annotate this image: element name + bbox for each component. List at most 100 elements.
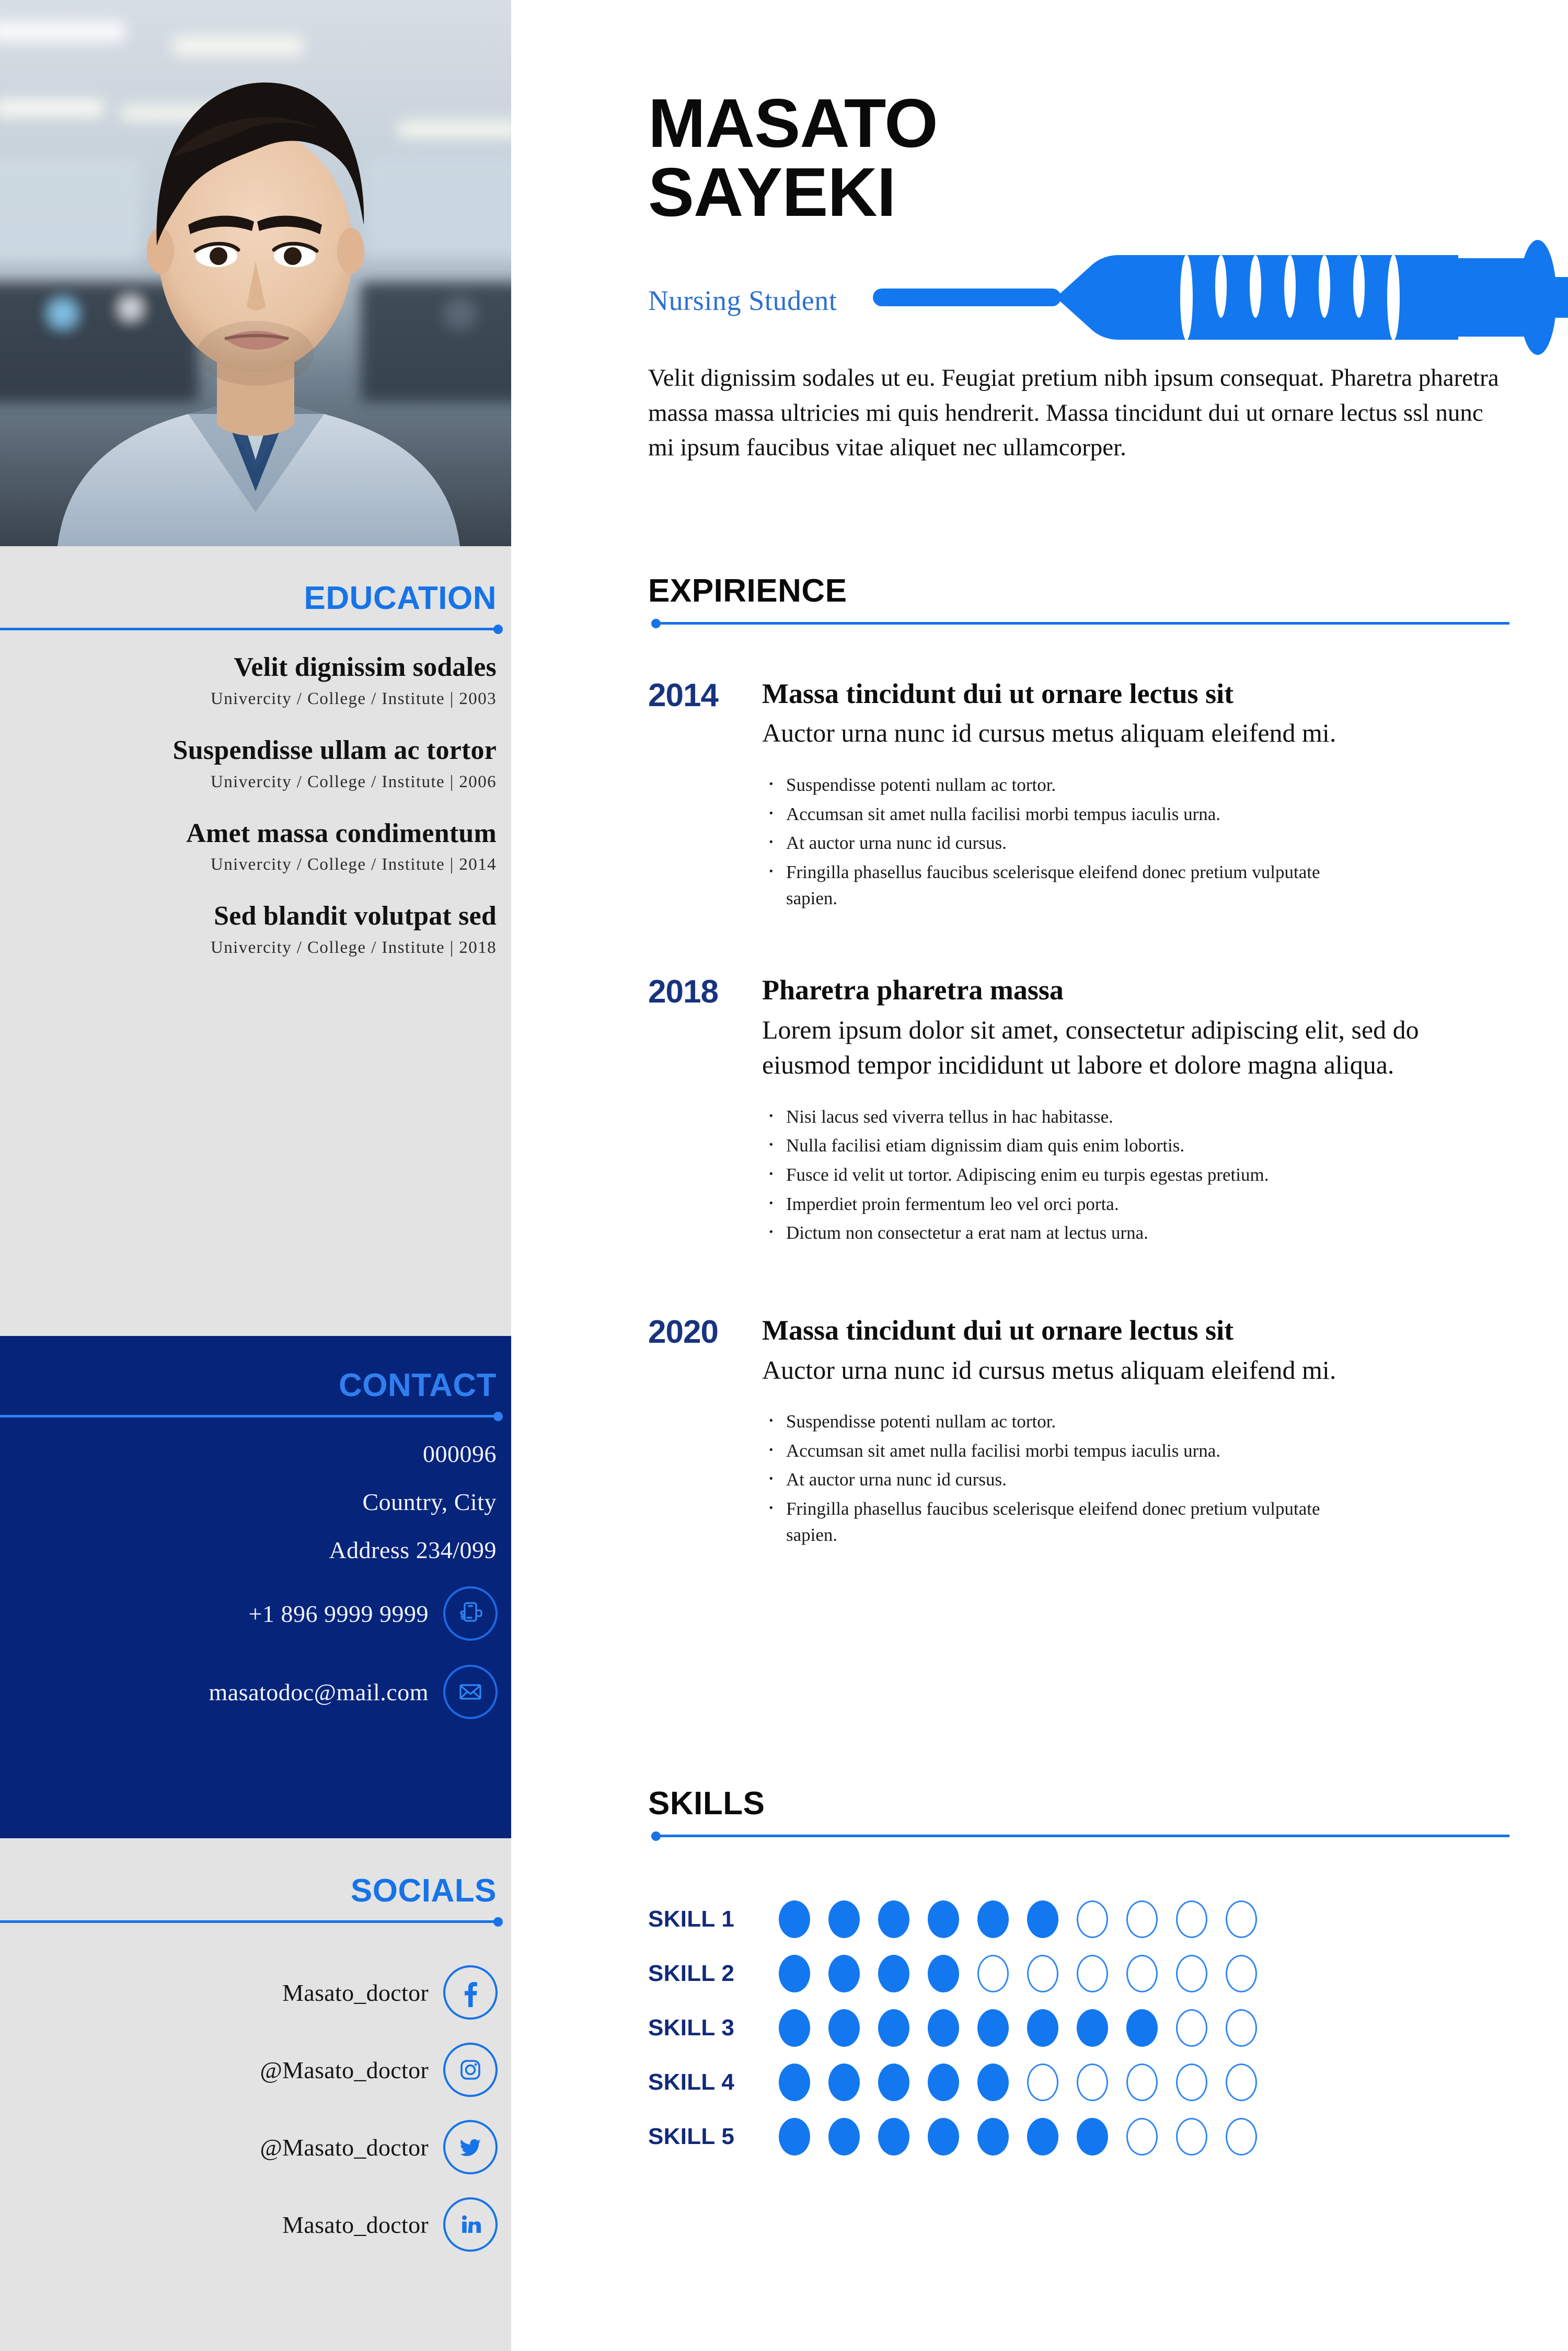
- skill-dot-filled[interactable]: [878, 2118, 909, 2156]
- education-divider: [0, 625, 511, 635]
- divider-dot: [493, 1412, 503, 1422]
- skill-dot-filled[interactable]: [977, 2118, 1009, 2156]
- skill-dot-empty[interactable]: [1027, 2064, 1058, 2101]
- contact-phone-row[interactable]: +1 896 9999 9999: [0, 1586, 511, 1641]
- experience-body: Pharetra pharetra massa Lorem ipsum dolo…: [762, 974, 1509, 1249]
- education-institute: Univercity / College / Institute | 2003: [211, 689, 497, 708]
- skill-dot-filled[interactable]: [779, 1955, 810, 1992]
- skill-dot-empty[interactable]: [1176, 1955, 1207, 1992]
- skill-dot-filled[interactable]: [878, 1900, 909, 1938]
- education-item: Suspendisse ullam ac tortor Univercity /…: [0, 735, 497, 792]
- skill-dot-filled[interactable]: [828, 2009, 860, 2047]
- education-institute: Univercity / College / Institute | 2014: [211, 855, 497, 874]
- skill-dot-empty[interactable]: [1176, 1900, 1207, 1938]
- skill-dot-empty[interactable]: [1126, 2118, 1158, 2156]
- name-block: MASATO SAYEKI: [648, 89, 1509, 227]
- experience-year: 2014: [648, 677, 719, 713]
- divider-line: [0, 628, 500, 631]
- skill-dot-filled[interactable]: [828, 2118, 860, 2156]
- contact-address: Address 234/099: [329, 1537, 497, 1564]
- social-item-linkedin[interactable]: Masato_doctor: [0, 2197, 511, 2252]
- skill-dot-filled[interactable]: [878, 1955, 909, 1992]
- education-item: Velit dignissim sodales Univercity / Col…: [0, 652, 497, 709]
- skill-dot-filled[interactable]: [828, 1900, 860, 1938]
- skill-dot-filled[interactable]: [928, 2009, 959, 2047]
- socials-section: SOCIALS Masato_doctor @Masato_doctor @Ma…: [0, 1874, 511, 2252]
- skill-dot-filled[interactable]: [1077, 2009, 1108, 2047]
- skill-dot-filled[interactable]: [878, 2064, 909, 2101]
- bullet-item: At auctor urna nunc id cursus.: [762, 827, 1509, 857]
- profile-photo-image: [0, 0, 511, 546]
- skill-row: SKILL 5: [648, 2118, 1509, 2156]
- bullet-item: Nisi lacus sed viverra tellus in hac hab…: [762, 1101, 1509, 1131]
- skill-dot-filled[interactable]: [779, 2118, 810, 2156]
- skill-dot-filled[interactable]: [977, 2009, 1009, 2047]
- social-item-twitter[interactable]: @Masato_doctor: [0, 2120, 511, 2175]
- social-handle: Masato_doctor: [282, 1979, 429, 2006]
- education-item: Amet massa condimentum Univercity / Coll…: [0, 818, 497, 875]
- contact-details: 000096 Country, City Address 234/099: [0, 1419, 511, 1562]
- skill-dot-filled[interactable]: [1027, 1900, 1058, 1938]
- experience-job-title: Massa tincidunt dui ut ornare lectus sit: [762, 1315, 1234, 1346]
- summary-text: Velit dignissim sodales ut eu. Feugiat p…: [648, 364, 1499, 462]
- contact-divider: [0, 1412, 511, 1422]
- skill-dot-filled[interactable]: [1077, 2118, 1108, 2156]
- socials-title: SOCIALS: [350, 1873, 497, 1909]
- experience-description: Lorem ipsum dolor sit amet, consectetur …: [762, 1015, 1419, 1080]
- skill-dot-filled[interactable]: [928, 2118, 959, 2156]
- experience-job-title: Massa tincidunt dui ut ornare lectus sit: [762, 678, 1234, 709]
- skill-dot-filled[interactable]: [1126, 2009, 1158, 2047]
- skill-dot-empty[interactable]: [1126, 2064, 1158, 2101]
- education-degree: Sed blandit volutpat sed: [214, 901, 497, 931]
- skill-dot-empty[interactable]: [1176, 2009, 1207, 2047]
- skill-dot-empty[interactable]: [1126, 1955, 1158, 1992]
- education-institute: Univercity / College / Institute | 2018: [211, 938, 497, 958]
- skill-dot-empty[interactable]: [1226, 1900, 1257, 1938]
- skill-dot-filled[interactable]: [977, 1900, 1009, 1938]
- skill-dot-filled[interactable]: [779, 2064, 810, 2101]
- skill-dot-empty[interactable]: [1027, 1955, 1058, 1992]
- contact-email-row[interactable]: masatodoc@mail.com: [0, 1665, 511, 1720]
- skills-title: SKILLS: [648, 1785, 765, 1822]
- skill-dot-filled[interactable]: [1027, 2009, 1058, 2047]
- skill-dot-empty[interactable]: [1226, 2064, 1257, 2101]
- experience-item: 2014 Massa tincidunt dui ut ornare lectu…: [648, 678, 1509, 914]
- experience-description: Auctor urna nunc id cursus metus aliquam…: [762, 1355, 1336, 1385]
- divider-dot: [493, 625, 503, 635]
- first-name: MASATO: [648, 85, 938, 162]
- skill-dot-filled[interactable]: [977, 2064, 1009, 2101]
- skill-dot-empty[interactable]: [977, 1955, 1009, 1992]
- phone-in-hand-icon: [443, 1586, 498, 1641]
- education-degree: Amet massa condimentum: [186, 818, 497, 848]
- skill-dot-filled[interactable]: [779, 1900, 810, 1938]
- education-title: EDUCATION: [304, 580, 497, 616]
- skill-dot-empty[interactable]: [1077, 1900, 1108, 1938]
- skill-dot-filled[interactable]: [828, 2064, 860, 2101]
- skill-dot-empty[interactable]: [1077, 1955, 1108, 1992]
- contact-title: CONTACT: [339, 1367, 497, 1403]
- skill-dot-filled[interactable]: [779, 2009, 810, 2047]
- skill-dot-empty[interactable]: [1176, 2118, 1207, 2156]
- skills-divider: [648, 1831, 1509, 1841]
- skill-dot-filled[interactable]: [828, 1955, 860, 1992]
- skill-dot-filled[interactable]: [928, 2064, 959, 2101]
- skill-dot-empty[interactable]: [1176, 2064, 1207, 2101]
- bullet-item: Nulla facilisi etiam dignissim diam quis…: [762, 1130, 1509, 1159]
- skill-dot-empty[interactable]: [1226, 2009, 1257, 2047]
- skill-dot-empty[interactable]: [1226, 2118, 1257, 2156]
- bullet-item: At auctor urna nunc id cursus.: [762, 1463, 1509, 1493]
- education-item: Sed blandit volutpat sed Univercity / Co…: [0, 901, 497, 958]
- bullet-item: Suspendisse potenti nullam ac tortor.: [762, 769, 1509, 799]
- social-item-facebook[interactable]: Masato_doctor: [0, 1965, 511, 2020]
- skill-dot-empty[interactable]: [1226, 1955, 1257, 1992]
- skill-dot-empty[interactable]: [1126, 1900, 1158, 1938]
- skill-dot-filled[interactable]: [1027, 2118, 1058, 2156]
- bullet-item: Fringilla phasellus faucibus scelerisque…: [762, 1493, 1366, 1548]
- skill-dot-empty[interactable]: [1077, 2064, 1108, 2101]
- skill-dot-filled[interactable]: [928, 1955, 959, 1992]
- skill-dot-filled[interactable]: [928, 1900, 959, 1938]
- skill-dot-filled[interactable]: [878, 2009, 909, 2047]
- experience-divider: [648, 619, 1509, 628]
- skill-label: SKILL 3: [648, 2015, 735, 2041]
- social-item-instagram[interactable]: @Masato_doctor: [0, 2043, 511, 2098]
